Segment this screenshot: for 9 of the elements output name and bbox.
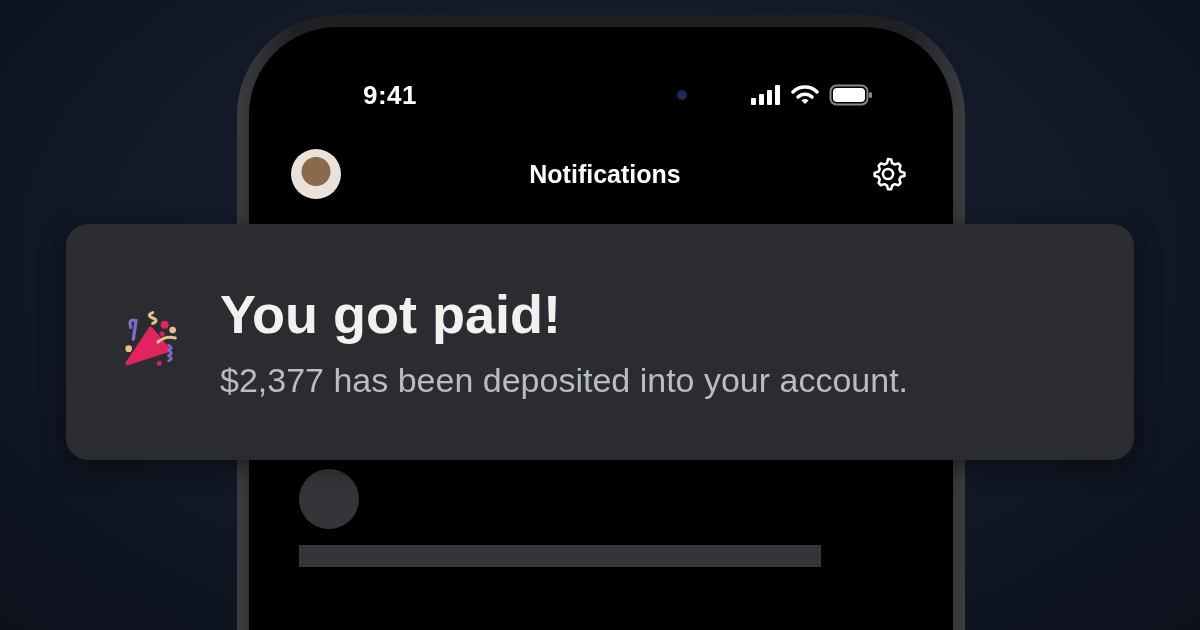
status-time: 9:41 xyxy=(361,79,418,111)
battery-icon xyxy=(829,84,873,106)
signal-icon xyxy=(751,85,781,105)
page-title: Notifications xyxy=(528,159,682,189)
camera-dot-icon xyxy=(677,90,687,100)
wifi-icon xyxy=(791,85,819,105)
notification-message: $2,377 has been deposited into your account. xyxy=(220,363,909,397)
avatar-placeholder xyxy=(299,469,359,529)
avatar[interactable] xyxy=(291,149,341,199)
